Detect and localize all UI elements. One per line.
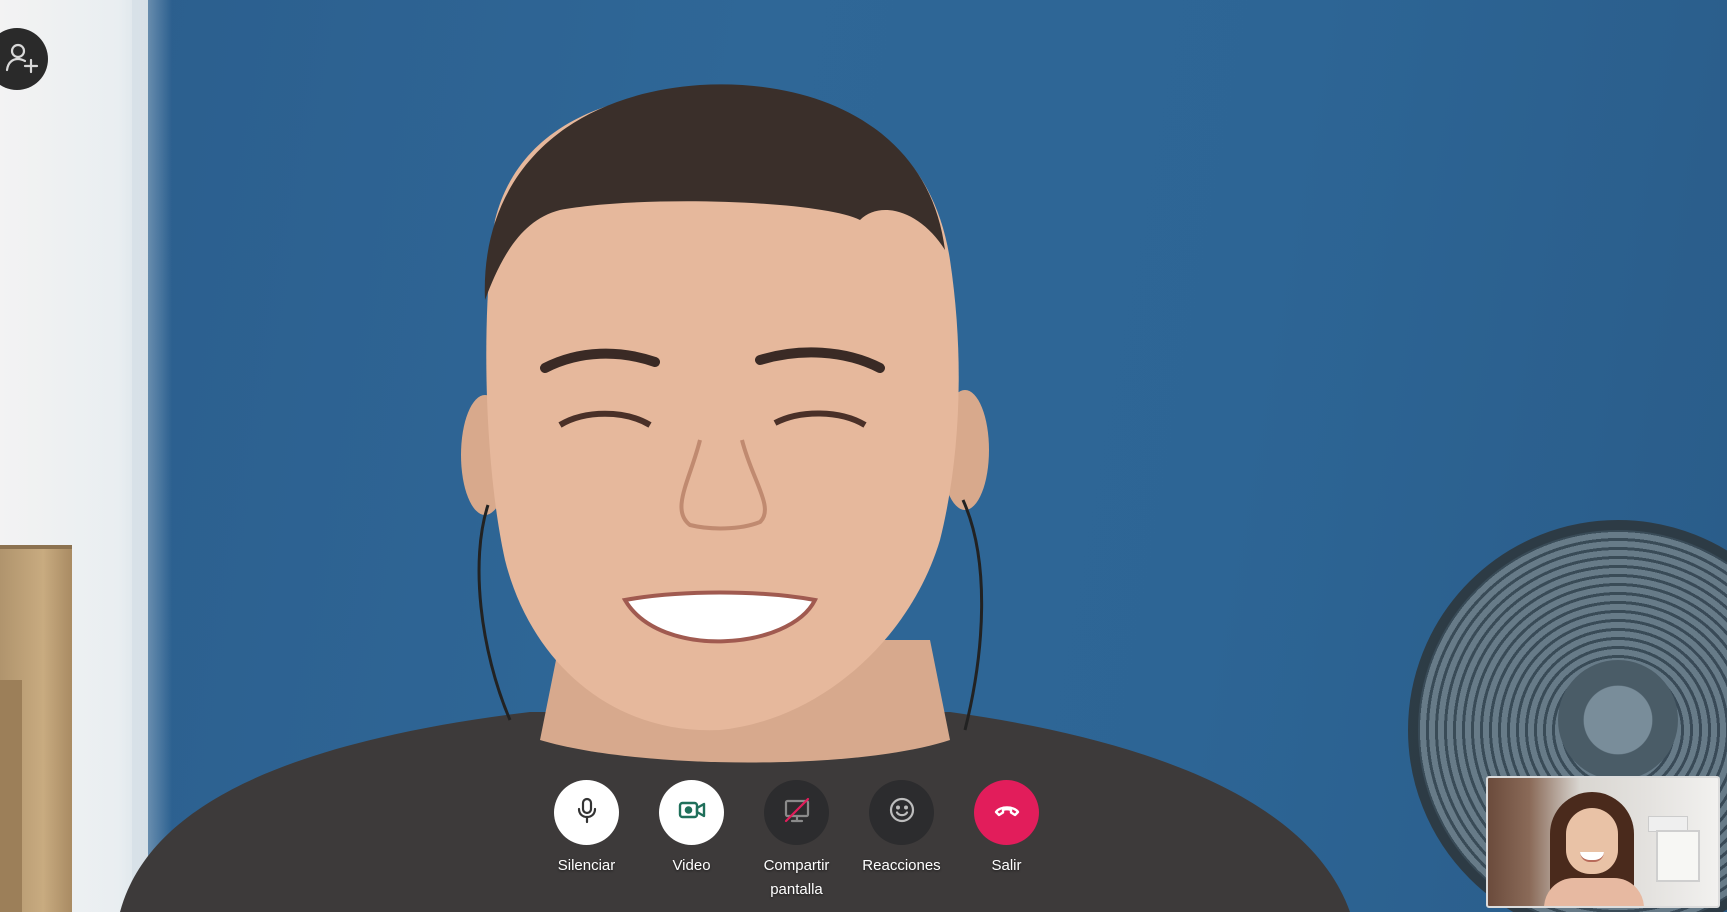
self-view-window [1656,830,1700,882]
self-view-participant-body [1544,878,1644,906]
mute-button[interactable]: Silenciar [534,780,639,902]
video-button-circle[interactable] [659,780,724,845]
hang-up-icon [992,795,1022,830]
reactions-button[interactable]: Reacciones [849,780,954,902]
leave-call-button[interactable]: Salir [954,780,1059,902]
remote-participant [120,84,1350,912]
reactions-button-circle[interactable] [869,780,934,845]
self-video-preview[interactable] [1486,776,1720,908]
video-button-label: Video [672,857,711,874]
mute-button-label: Silenciar [557,857,616,874]
leave-call-button-label: Salir [991,857,1022,874]
share-screen-button-label: Compartir pantalla [763,857,830,898]
remote-video-feed [0,0,1727,912]
mute-button-circle[interactable] [554,780,619,845]
video-button[interactable]: Video [639,780,744,902]
leave-call-button-circle[interactable] [974,780,1039,845]
video-camera-icon [677,795,707,830]
microphone-icon [572,795,602,830]
screen-share-off-icon [782,795,812,830]
share-screen-button-circle[interactable] [764,780,829,845]
smiley-icon [887,795,917,830]
call-control-bar: Silenciar Video Compartir pantalla Reacc… [534,780,1059,902]
person-add-icon [0,40,39,79]
share-screen-button[interactable]: Compartir pantalla [744,780,849,902]
self-view-participant-face [1566,808,1618,874]
reactions-button-label: Reacciones [862,857,941,874]
